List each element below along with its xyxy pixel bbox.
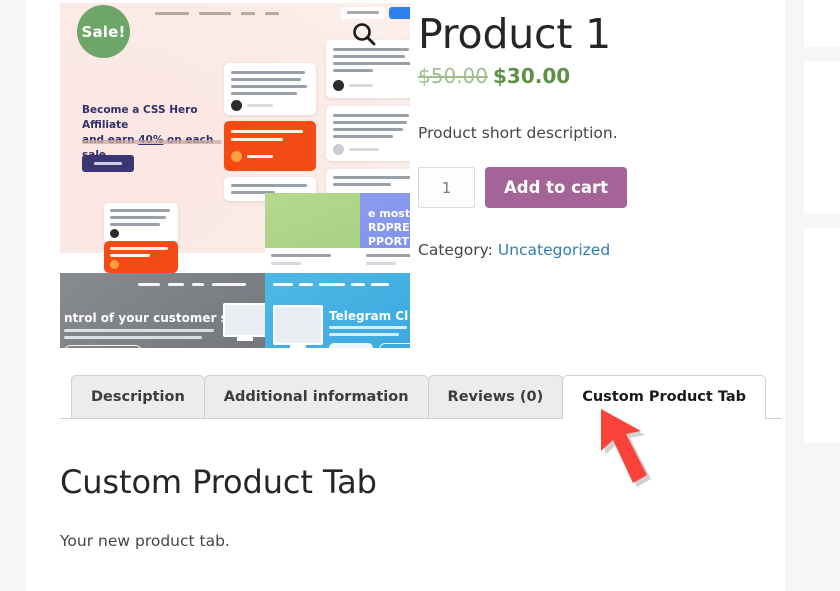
sidebar-card (804, 62, 840, 214)
gallery-shot-telegram: Telegram Cl (265, 273, 410, 348)
gallery-shot-support: ntrol of your customer su (60, 273, 266, 348)
main-content: Sale! Become a CSS Hero Affiliate and ea… (26, 0, 785, 591)
support-cta (64, 345, 142, 348)
avatar (231, 100, 242, 111)
hero-subtitle-bar (82, 140, 222, 144)
product-tabs: Description Additional information Revie… (60, 374, 782, 552)
tab-description[interactable]: Description (71, 375, 205, 418)
add-to-cart-form: Add to cart (418, 167, 768, 208)
mini-nav (155, 12, 279, 15)
testimonial-card (326, 169, 410, 195)
add-to-cart-button[interactable]: Add to cart (485, 167, 628, 208)
sidebar-card (804, 228, 840, 443)
product-summary-column: Product 1 $50.00 $30.00 Product short des… (418, 0, 768, 261)
highlight-card (104, 241, 178, 273)
product-gallery[interactable]: Sale! Become a CSS Hero Affiliate and ea… (60, 3, 410, 353)
tab-additional-information[interactable]: Additional information (203, 375, 429, 418)
price-block: $50.00 $30.00 (418, 62, 768, 90)
price-regular: $50.00 (418, 64, 488, 88)
product-summary: Sale! Become a CSS Hero Affiliate and ea… (26, 0, 785, 370)
tabs-list: Description Additional information Revie… (60, 374, 782, 419)
page-background: Sale! Become a CSS Hero Affiliate and ea… (0, 0, 840, 591)
category-label: Category: (418, 241, 493, 259)
avatar (110, 229, 119, 238)
hero-signup-button (82, 155, 134, 172)
telegram-cta-secondary (379, 343, 410, 348)
avatar (231, 151, 242, 162)
hero-headline: Become a CSS Hero Affiliate and earn 40%… (82, 103, 232, 163)
tab-panel-custom-product-tab: Custom Product Tab Your new product tab. (60, 419, 782, 552)
plugin-caption-1: e most versatile (368, 207, 410, 220)
monitor-mockup (273, 305, 323, 345)
testimonial-card (326, 40, 410, 98)
page-title: Product 1 (418, 10, 611, 58)
testimonial-card (104, 203, 178, 243)
mini-secondary-button (341, 7, 385, 19)
avatar (110, 260, 119, 269)
magnifier-icon[interactable] (351, 21, 377, 47)
telegram-cta (329, 343, 373, 348)
highlight-card (224, 121, 316, 171)
support-caption: ntrol of your customer su (64, 311, 237, 325)
tab-panel-body: Your new product tab. (60, 532, 230, 550)
tab-reviews[interactable]: Reviews (0) (427, 375, 564, 418)
plugin-caption-2: RDPRESS (368, 221, 410, 234)
plugin-caption-3: PPORT PLUGIN (368, 235, 410, 248)
sidebar-card (804, 0, 840, 47)
tab-custom-product-tab[interactable]: Custom Product Tab (562, 375, 767, 419)
hero-headline-line1: Become a CSS Hero Affiliate (82, 104, 198, 131)
sale-badge: Sale! (77, 5, 130, 58)
right-sidebar (804, 0, 840, 591)
tab-panel-heading: Custom Product Tab (60, 463, 377, 501)
category-link[interactable]: Uncategorized (498, 241, 610, 259)
avatar (333, 144, 344, 155)
telegram-caption: Telegram Cl (329, 309, 409, 323)
price-sale: $30.00 (492, 64, 571, 88)
testimonial-card (224, 63, 316, 115)
short-description: Product short description. (418, 124, 618, 142)
avatar (333, 80, 344, 91)
testimonial-card (326, 106, 410, 161)
mini-primary-button (389, 7, 410, 19)
product-meta: Category: Uncategorized (418, 239, 768, 261)
monitor-mockup (223, 303, 266, 337)
quantity-input[interactable] (418, 167, 475, 208)
